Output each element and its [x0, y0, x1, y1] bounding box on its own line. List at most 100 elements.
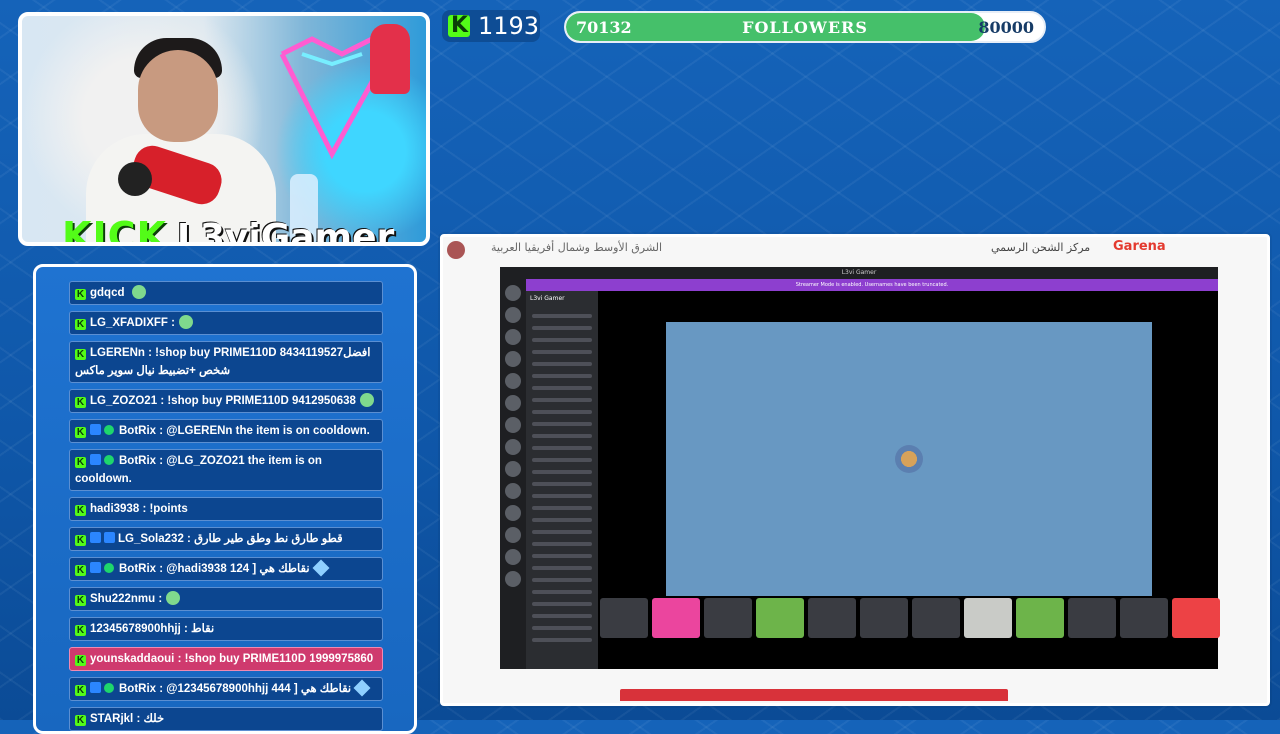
chat-username[interactable]: 12345678900hhjj — [90, 623, 181, 635]
participant-tile[interactable] — [808, 598, 856, 638]
bot-badge-icon — [90, 562, 101, 573]
kick-badge-icon: K — [75, 715, 86, 726]
participant-tile[interactable] — [860, 598, 908, 638]
kick-badge-icon: K — [75, 457, 86, 468]
browser-header: الشرق الأوسط وشمال أفريقيا العربية مركز … — [443, 237, 1267, 261]
voice-participants[interactable] — [600, 598, 1220, 638]
chat-username[interactable]: BotRix — [119, 455, 156, 467]
streamer-branding: KICK L3viGamer — [62, 214, 395, 246]
face-emote-icon — [179, 315, 193, 329]
verified-badge-icon — [104, 455, 114, 465]
chat-username[interactable]: STARjkl — [90, 713, 133, 725]
discord-channel-sidebar[interactable]: L3vi Gamer — [526, 291, 598, 669]
streamer-mode-banner: Streamer Mode is enabled. Usernames have… — [526, 279, 1218, 291]
face-emote-icon — [166, 591, 181, 605]
chat-text: : — [158, 593, 163, 605]
participant-tile[interactable] — [600, 598, 648, 638]
chat-text: : !points — [142, 503, 188, 515]
discord-titlebar: L3vi Gamer — [500, 267, 1218, 279]
chat-text: : قطو طارق نط وطق طير طارق — [187, 533, 343, 545]
participant-tile[interactable] — [1172, 598, 1220, 638]
goal-label: FOLLOWERS — [742, 18, 868, 37]
chat-message: K LG_ZOZO21 : !shop buy PRIME110D 9412950… — [69, 389, 383, 413]
participant-tile[interactable] — [1120, 598, 1168, 638]
region-selector[interactable]: الشرق الأوسط وشمال أفريقيا العربية — [491, 241, 662, 254]
participant-tile[interactable] — [964, 598, 1012, 638]
chat-message: Kyounskaddaoui : !shop buy PRIME110D 199… — [69, 647, 383, 671]
kick-badge-icon: K — [75, 505, 86, 516]
chat-username[interactable]: hadi3938 — [90, 503, 139, 515]
chat-username[interactable]: LGERENn — [90, 347, 145, 359]
kick-icon — [448, 13, 470, 38]
kick-badge-icon: K — [75, 535, 86, 546]
kick-badge-icon: K — [75, 595, 86, 606]
chat-message: K BotRix : @12345678900hhjj نقاطك هي [ 44… — [69, 677, 383, 701]
chat-username[interactable]: BotRix — [119, 563, 156, 575]
chat-username[interactable]: LG_XFADIXFF — [90, 317, 168, 329]
participant-tile[interactable] — [1016, 598, 1064, 638]
gem-emote-icon — [353, 679, 371, 697]
chat-username[interactable]: younskaddaoui — [90, 653, 174, 665]
loading-spinner-icon — [895, 445, 923, 473]
microphone-grill — [118, 162, 152, 196]
chat-username[interactable]: LG_ZOZO21 — [90, 395, 157, 407]
chat-username[interactable]: gdqcd — [90, 287, 125, 299]
stream-stage[interactable] — [666, 322, 1152, 596]
participant-tile[interactable] — [756, 598, 804, 638]
chat-text: : @hadi3938 نقاطك هي [ 124 — [159, 563, 310, 575]
participant-tile[interactable] — [1068, 598, 1116, 638]
discord-server-rail[interactable] — [500, 279, 526, 669]
chat-text: : @LGERENn the item is on cooldown. — [159, 425, 370, 437]
chat-text: : !shop buy PRIME110D 9412950638 — [160, 395, 356, 407]
kick-badge-icon: K — [75, 565, 86, 576]
participant-tile[interactable] — [652, 598, 700, 638]
chat-username[interactable]: BotRix — [119, 683, 156, 695]
chat-message: K Shu222nmu : — [69, 587, 383, 611]
kick-badge-icon: K — [75, 625, 86, 636]
face-emote-icon — [131, 285, 146, 299]
figurine — [370, 24, 410, 94]
chat-username[interactable]: LG_Sola232 — [118, 533, 184, 545]
hearts-emote-icon — [359, 393, 374, 407]
bot-badge-icon — [90, 424, 101, 435]
followers-goal-bar: FOLLOWERS 70132 80000 — [564, 11, 1046, 43]
chat-message: K STARjkl : خلك — [69, 707, 383, 731]
chat-username[interactable]: Shu222nmu — [90, 593, 155, 605]
participant-tile[interactable] — [704, 598, 752, 638]
kick-badge-icon: K — [75, 655, 86, 666]
chat-message: K BotRix : @LGERENn the item is on cooldo… — [69, 419, 383, 443]
bot-badge-icon — [90, 532, 101, 543]
chat-message: K LG_Sola232 : قطو طارق نط وطق طير طارق — [69, 527, 383, 551]
gem-emote-icon — [312, 559, 330, 577]
webcam-overlay: KICK L3viGamer — [18, 12, 430, 246]
kick-badge-icon: K — [75, 427, 86, 438]
chat-text: : !shop buy PRIME110D 1999975860 — [177, 653, 374, 665]
chat-message: K LGERENn : !shop buy PRIME110D 843411952… — [69, 341, 383, 383]
verified-badge-icon — [104, 683, 114, 693]
streamer-name: L3viGamer — [176, 217, 395, 246]
server-name[interactable]: L3vi Gamer — [526, 291, 598, 306]
chat-message: K LG_XFADIXFF : — [69, 311, 383, 335]
verified-badge-icon — [104, 563, 114, 573]
kick-badge-icon: K — [75, 289, 86, 300]
goal-target: 80000 — [978, 18, 1034, 37]
goal-current: 70132 — [576, 18, 632, 37]
topup-center-link[interactable]: مركز الشحن الرسمي — [991, 241, 1090, 254]
participant-tile[interactable] — [912, 598, 960, 638]
chat-username[interactable]: BotRix — [119, 425, 156, 437]
chat-message: Kgdqcd — [69, 281, 383, 305]
user-avatar[interactable] — [447, 241, 465, 259]
viewer-counter: 1193 — [442, 10, 540, 42]
chat-message: Khadi3938 : !points — [69, 497, 383, 521]
chat-message: K BotRix : @LG_ZOZO21 the item is on cool… — [69, 449, 383, 491]
chat-text: : نقاط — [184, 623, 215, 635]
chat-message-list[interactable]: Kgdqcd K LG_XFADIXFF : K LGERENn : !shop bu… — [69, 281, 383, 731]
chat-message: K BotRix : @hadi3938 نقاطك هي [ 124 — [69, 557, 383, 581]
kick-logo-text: KICK — [62, 214, 167, 246]
garena-logo[interactable]: Garena — [1113, 239, 1166, 254]
chat-text: : — [171, 317, 175, 329]
kick-badge-icon: K — [75, 319, 86, 330]
kick-badge-icon: K — [75, 685, 86, 696]
kick-badge-icon: K — [75, 349, 86, 360]
streamer-face — [138, 50, 218, 142]
